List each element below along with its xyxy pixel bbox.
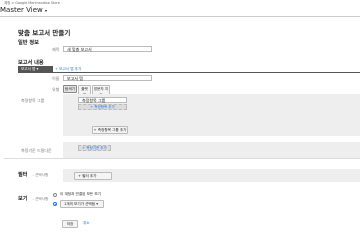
header-divider: [0, 16, 360, 17]
title-input[interactable]: 새 맞춤 보고서: [63, 46, 152, 52]
filters-heading: 필터 - 선택사항: [18, 161, 48, 180]
view-all-label: 이 계정과 연결된 모든 보기: [60, 192, 101, 196]
radio-selected-dot: [54, 203, 57, 206]
section-divider: [4, 158, 360, 159]
report-content-section-label: 보고서 내용: [18, 60, 44, 66]
add-filter-button[interactable]: + 필터 추가: [74, 172, 112, 180]
view-select-dropdown[interactable]: 1개의 보기가 선택됨 ▾: [60, 200, 104, 208]
general-section-label: 일반 정보: [18, 40, 39, 46]
add-metric-label: + 측정항목 추가: [90, 105, 115, 109]
drilldown-label: 측정기준 드릴다운: [21, 148, 52, 153]
metric-group-label: 측정항목 그룹: [21, 98, 45, 103]
metric-group-name-input[interactable]: 측정항목 그룹: [78, 97, 127, 103]
chevron-down-icon: ▾: [44, 8, 47, 13]
add-dimension-button[interactable]: + 측정기준 추가: [78, 145, 111, 151]
name-label: 이름: [52, 76, 60, 81]
page-title: 맞춤 보고서 만들기: [18, 29, 71, 37]
chevron-down-icon: ▾: [96, 202, 98, 206]
save-button[interactable]: 저장: [62, 220, 78, 228]
filters-optional: - 선택사항: [32, 173, 49, 177]
view-title: Master View: [0, 6, 43, 14]
view-selector[interactable]: Master View ▾: [0, 6, 47, 14]
view-one-radio[interactable]: [53, 202, 57, 206]
tab-report-label: 보고서 탭: [21, 67, 36, 71]
views-section-label: 보기: [18, 196, 28, 202]
add-dimension-label: + 측정기준 추가: [82, 146, 107, 150]
tab-underline: [18, 72, 360, 73]
add-metric-group-button[interactable]: + 측정항목 그룹 추가: [92, 126, 128, 134]
title-label: 제목: [52, 47, 60, 52]
dropdown-icon: ▾: [36, 67, 39, 71]
views-optional: - 선택사항: [32, 197, 49, 201]
type-explorer-button[interactable]: 탐색기: [63, 85, 77, 93]
view-select-label: 1개의 보기가 선택됨: [64, 202, 96, 206]
cancel-link[interactable]: 취소: [83, 221, 90, 226]
view-all-radio[interactable]: [53, 193, 57, 197]
type-label: 유형: [52, 87, 60, 92]
filters-section-label: 필터: [18, 172, 28, 178]
name-input[interactable]: 보고서 탭: [63, 75, 152, 81]
views-heading: 보기 - 선택사항: [18, 185, 48, 204]
add-metric-button[interactable]: + 측정항목 추가: [78, 104, 127, 110]
